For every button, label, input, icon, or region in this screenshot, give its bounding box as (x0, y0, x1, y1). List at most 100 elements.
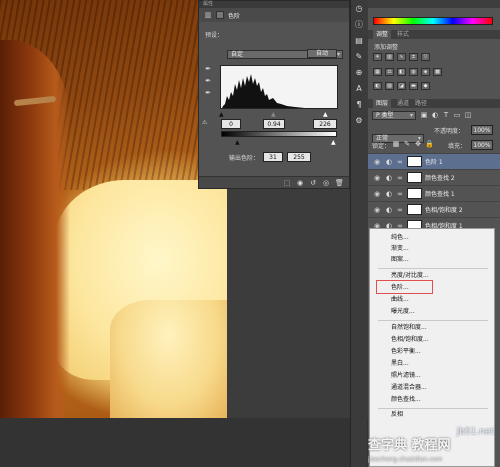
output-sliders[interactable]: ▲ ▲ (221, 139, 341, 146)
exposure-adj-icon[interactable]: ± (409, 53, 418, 61)
menu-item-color-balance[interactable]: 色彩平衡... (391, 347, 421, 357)
layer-row[interactable]: ◉ ◐ ∞ 色相/饱和度 2 (368, 201, 500, 217)
levels-icon: ▥ (204, 11, 212, 19)
output-black-slider[interactable]: ▲ (235, 139, 240, 146)
visibility-eye-icon[interactable]: ◉ (374, 158, 382, 166)
white-point-slider[interactable]: ▲ (323, 111, 328, 118)
menu-item-gradient[interactable]: 渐变... (391, 244, 409, 254)
menu-item-curves[interactable]: 曲线... (391, 295, 409, 305)
filter-adjustment-icon[interactable]: ◐ (431, 111, 439, 119)
filter-pixel-icon[interactable]: ▣ (420, 111, 428, 119)
delete-icon[interactable]: 🗑 (335, 179, 344, 187)
filter-type-icon[interactable]: T (442, 111, 450, 119)
tool-presets-icon[interactable]: ⚙ (354, 116, 364, 126)
visibility-eye-icon[interactable]: ◉ (374, 190, 382, 198)
midtone-slider[interactable]: ▲ (271, 111, 276, 118)
color-spectrum[interactable] (373, 17, 493, 25)
output-white-slider[interactable]: ▲ (331, 139, 336, 146)
bw-adj-icon[interactable]: ◧ (397, 68, 406, 76)
lock-position-icon[interactable]: ✥ (414, 140, 422, 148)
info-icon[interactable]: ⓘ (354, 20, 364, 30)
adjustment-layer-icon: ◐ (385, 189, 393, 198)
input-black-field[interactable]: 0 (221, 119, 241, 129)
channel-mixer-adj-icon[interactable]: ◈ (421, 68, 430, 76)
layer-name[interactable]: 色相/饱和度 2 (425, 205, 463, 214)
color-balance-adj-icon[interactable]: ⚖ (385, 68, 394, 76)
layer-name[interactable]: 颜色查找 1 (425, 189, 455, 198)
menu-item-photo-filter[interactable]: 照片滤镜... (391, 371, 421, 381)
input-mid-field[interactable]: 0.94 (263, 119, 285, 129)
threshold-adj-icon[interactable]: ◪ (397, 82, 406, 90)
tab-styles[interactable]: 样式 (397, 30, 409, 39)
histogram-warning-icon[interactable]: ⚠ (202, 119, 207, 126)
visibility-icon[interactable]: ◎ (322, 179, 330, 187)
filter-smart-icon[interactable]: ◫ (464, 111, 472, 119)
view-previous-icon[interactable]: ◉ (296, 179, 304, 187)
layer-mask-thumb[interactable] (407, 188, 422, 199)
output-black-field[interactable]: 31 (263, 152, 283, 162)
output-white-field[interactable]: 255 (287, 152, 311, 162)
layer-row[interactable]: ◉ ◐ ∞ 颜色查找 2 (368, 169, 500, 185)
visibility-eye-icon[interactable]: ◉ (374, 174, 382, 182)
brush-icon[interactable]: ✎ (354, 52, 364, 62)
selective-color-adj-icon[interactable]: ◆ (421, 82, 430, 90)
menu-item-vibrance[interactable]: 自然饱和度... (391, 323, 427, 333)
layers-tabs: 图层 通道 路径 (368, 99, 500, 108)
panel-icon-strip: ◷ ⓘ ▤ ✎ ⊕ A ¶ ⚙ (350, 0, 367, 467)
menu-item-solid-color[interactable]: 纯色... (391, 233, 409, 243)
layer-mask-thumb[interactable] (407, 204, 422, 215)
menu-item-exposure[interactable]: 曝光度... (391, 307, 415, 317)
layer-row[interactable]: ◉ ◐ ∞ 色阶 1 (368, 153, 500, 169)
tab-channels[interactable]: 通道 (397, 99, 409, 108)
mask-icon[interactable] (216, 11, 224, 19)
document-canvas[interactable] (0, 0, 227, 418)
layer-name[interactable]: 颜色查找 2 (425, 173, 455, 182)
menu-item-channel-mixer[interactable]: 通道混合器... (391, 383, 427, 393)
menu-item-color-lookup[interactable]: 颜色查找... (391, 395, 421, 405)
layer-row[interactable]: ◉ ◐ ∞ 颜色查找 1 (368, 185, 500, 201)
layer-kind-filter[interactable]: P 类型 (372, 111, 416, 120)
menu-item-black-white[interactable]: 黑白... (391, 359, 409, 369)
vibrance-adj-icon[interactable]: ▽ (421, 53, 430, 61)
fill-field[interactable]: 100% (471, 140, 493, 150)
visibility-eye-icon[interactable]: ◉ (374, 206, 382, 214)
color-lookup-adj-icon[interactable]: ▩ (433, 68, 442, 76)
lock-all-icon[interactable]: 🔒 (425, 140, 434, 148)
layer-mask-thumb[interactable] (407, 156, 422, 167)
layer-mask-thumb[interactable] (407, 172, 422, 183)
layer-comps-icon[interactable]: ▤ (354, 36, 364, 46)
input-white-field[interactable]: 226 (313, 119, 337, 129)
lock-pixels-icon[interactable]: ✎ (403, 140, 411, 148)
paragraph-icon[interactable]: ¶ (354, 100, 364, 110)
curves-adj-icon[interactable]: ∿ (397, 53, 406, 61)
gradient-map-adj-icon[interactable]: ▬ (409, 82, 418, 90)
posterize-adj-icon[interactable]: ▨ (385, 82, 394, 90)
layer-name[interactable]: 色阶 1 (425, 157, 443, 166)
filter-shape-icon[interactable]: ▭ (453, 111, 461, 119)
menu-item-hue-saturation[interactable]: 色相/饱和度... (391, 335, 429, 345)
history-icon[interactable]: ◷ (354, 4, 364, 14)
menu-item-pattern[interactable]: 图案... (391, 255, 409, 265)
black-point-slider[interactable]: ▲ (219, 111, 224, 118)
clone-source-icon[interactable]: ⊕ (354, 68, 364, 78)
gray-eyedropper-icon[interactable]: ✒ (204, 77, 212, 85)
clip-to-layer-icon[interactable]: ⬚ (283, 179, 291, 187)
lock-transparent-icon[interactable]: ▦ (392, 140, 400, 148)
input-sliders[interactable]: ▲ ▲ ▲ (219, 111, 339, 118)
tab-adjustments[interactable]: 调整 (373, 30, 392, 39)
opacity-field[interactable]: 100% (471, 125, 493, 135)
invert-adj-icon[interactable]: ◐ (373, 82, 382, 90)
character-icon[interactable]: A (354, 84, 364, 94)
levels-adj-icon[interactable]: ▥ (385, 53, 394, 61)
black-eyedropper-icon[interactable]: ✒ (204, 65, 212, 73)
menu-item-invert[interactable]: 反相 (391, 410, 403, 420)
tab-layers[interactable]: 图层 (373, 99, 392, 108)
photo-filter-adj-icon[interactable]: ◍ (409, 68, 418, 76)
auto-button[interactable]: 自动 (307, 49, 337, 58)
white-eyedropper-icon[interactable]: ✒ (204, 89, 212, 97)
reset-icon[interactable]: ↺ (309, 179, 317, 187)
brightness-icon[interactable]: ☀ (373, 53, 382, 61)
hue-sat-adj-icon[interactable]: ▦ (373, 68, 382, 76)
adjustment-icons-row2: ▦ ⚖ ◧ ◍ ◈ ▩ (368, 68, 442, 76)
tab-paths[interactable]: 路径 (415, 99, 427, 108)
